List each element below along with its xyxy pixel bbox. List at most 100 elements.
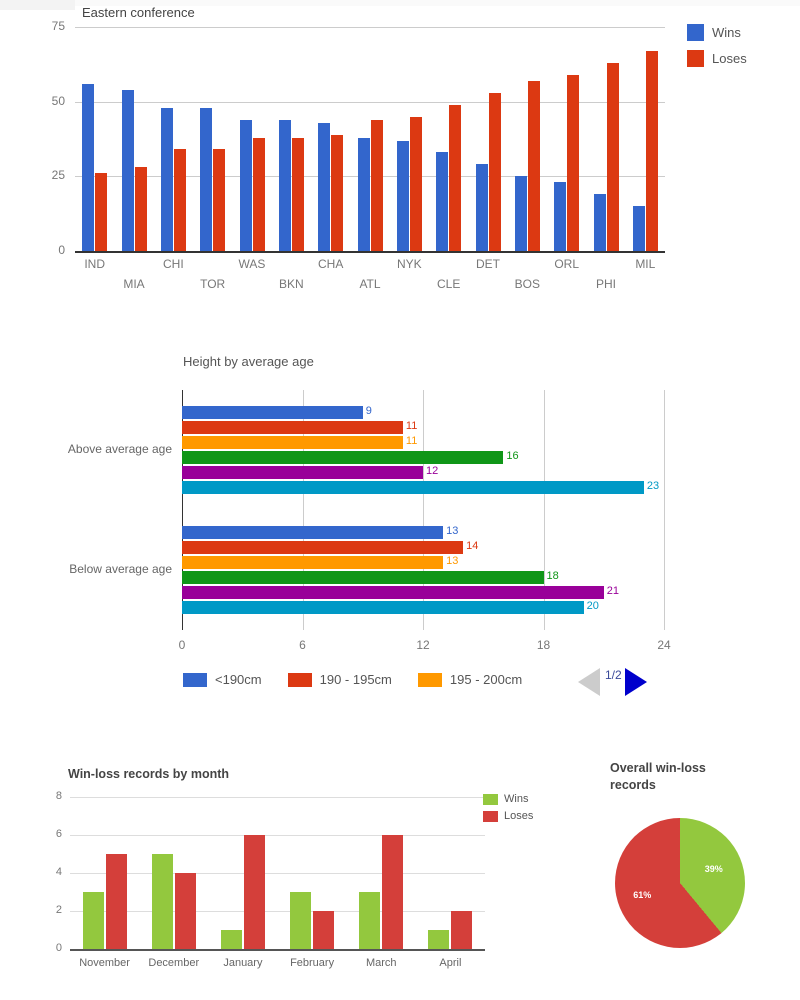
- chart1-bar: [488, 92, 501, 251]
- pie-slice-label-0: 39%: [704, 864, 723, 875]
- chart2-bar: [182, 451, 504, 464]
- chart1-bar: [645, 50, 658, 251]
- chart1-ytick: 75: [51, 19, 65, 33]
- chart1-xtick-orl: ORL: [554, 257, 579, 271]
- chart2-title: Height by average age: [183, 354, 314, 369]
- chart2-bar-value: 12: [426, 465, 439, 477]
- chart1-xtick-ind: IND: [84, 257, 105, 271]
- legend-swatch-wins: [483, 793, 498, 805]
- chart2-xtick: 0: [178, 638, 186, 652]
- chart1-ytick: 25: [51, 168, 65, 183]
- chart2-bar-value: 20: [586, 600, 599, 612]
- chart3-legend-item-loses[interactable]: Loses: [483, 810, 533, 822]
- chart3-xtick-november: November: [79, 957, 130, 969]
- chart2-bar: [182, 421, 403, 434]
- chart3-bar: [151, 854, 173, 949]
- dashboard-page: Eastern conference 0 25 50 75 IND MIA CHI TOR WA…: [0, 0, 800, 1000]
- chart1-bar: [554, 182, 567, 251]
- chart4-title: Overall win-loss records: [610, 761, 706, 792]
- chart2-legend-item-1[interactable]: 190 - 195cm: [287, 672, 392, 687]
- chart1-bar: [252, 137, 265, 251]
- chart1-bar: [409, 116, 422, 251]
- chart3-ytick: 0: [55, 942, 62, 954]
- chart1-bar: [606, 62, 619, 251]
- chart2-bar-value: 18: [546, 570, 559, 582]
- chart2-bar: [182, 556, 444, 569]
- pager-prev-icon[interactable]: [578, 668, 600, 696]
- height-by-average-age-chart: Height by average age 0 6 12 18 24 9 11 11 16 12 2…: [0, 340, 800, 710]
- chart1-legend-item-wins[interactable]: Wins: [687, 24, 747, 41]
- chart1-bar: [475, 164, 488, 251]
- chart2-bar-value: 13: [446, 525, 459, 537]
- chart2-bar: [182, 541, 464, 554]
- chart1-xtick-phi: PHI: [595, 277, 616, 291]
- chart1-xtick-chi: CHI: [162, 257, 184, 271]
- pager-page-indicator: 1/2: [605, 668, 622, 682]
- chart1-xtick-bos: BOS: [514, 277, 540, 291]
- chart2-bar: [182, 436, 403, 449]
- pie-slice-label-1: 61%: [633, 889, 652, 900]
- legend-label: 195 - 200cm: [449, 672, 523, 687]
- chart3-gridline: [70, 949, 485, 951]
- chart2-xtick: 24: [657, 638, 671, 652]
- chart2-bar-value: 11: [405, 420, 418, 432]
- chart1-bar: [278, 119, 291, 251]
- chart1-xtick-bkn: BKN: [278, 277, 304, 291]
- chart1-bar: [527, 80, 540, 251]
- chart3-bar: [243, 835, 265, 949]
- legend-swatch-loses: [483, 810, 498, 822]
- legend-swatch-1: [287, 672, 312, 687]
- chart1-bar: [173, 149, 186, 251]
- chart3-gridline: [70, 873, 485, 874]
- legend-label: Loses: [712, 51, 747, 66]
- chart2-plot-area: 0 6 12 18 24 9 11 11 16 12 23 Above average age 13 14…: [68, 390, 671, 652]
- legend-label: Loses: [504, 810, 534, 822]
- chart1-ytick: 0: [58, 243, 65, 257]
- chart1-bar: [291, 137, 304, 251]
- chart1-bar: [357, 137, 370, 251]
- chart1-plot-area: 0 25 50 75 IND MIA CHI TOR WAS BKN CHA ATL NYK CLE DET…: [52, 19, 665, 291]
- chart2-legend-item-2[interactable]: 195 - 200cm: [417, 672, 523, 687]
- chart1-bar: [160, 107, 173, 251]
- chart1-xtick-cha: CHA: [317, 257, 344, 271]
- chart1-xtick-atl: ATL: [359, 277, 381, 291]
- chart3-bar: [105, 854, 127, 949]
- chart3-ytick: 8: [55, 790, 62, 802]
- chart2-bar: [182, 526, 444, 539]
- eastern-conference-chart: Eastern conference 0 25 50 75 IND MIA CHI TOR WA…: [0, 0, 800, 310]
- chart3-xtick-april: April: [439, 957, 462, 969]
- legend-label: Wins: [712, 25, 741, 40]
- chart2-legend-item-0[interactable]: <190cm: [183, 672, 262, 687]
- chart3-bar: [451, 911, 473, 949]
- pager-next-icon[interactable]: [624, 668, 647, 696]
- chart2-pager[interactable]: 1/2: [578, 668, 647, 696]
- legend-swatch-2: [417, 672, 442, 687]
- chart1-bar: [200, 107, 213, 251]
- chart3-bar: [290, 892, 312, 949]
- chart1-bar: [318, 122, 331, 251]
- chart1-xtick-tor: TOR: [200, 277, 226, 291]
- chart1-bar: [213, 149, 226, 251]
- chart1-bar: [239, 119, 252, 251]
- chart1-legend: Wins Loses: [687, 24, 747, 76]
- chart3-legend-item-wins[interactable]: Wins: [483, 793, 533, 805]
- chart1-bar: [632, 206, 645, 251]
- chart1-bar: [396, 140, 409, 251]
- chart1-bar: [370, 119, 383, 251]
- chart1-bar: [514, 176, 527, 251]
- chart3-bar: [174, 873, 196, 949]
- chart2-bar-value: 23: [646, 480, 660, 492]
- chart1-legend-item-loses[interactable]: Loses: [687, 50, 747, 67]
- chart2-category-label: Above average age: [67, 442, 172, 456]
- chart1-xtick-cle: CLE: [436, 277, 461, 291]
- legend-label: <190cm: [215, 672, 262, 687]
- chart3-ytick: 6: [55, 828, 62, 840]
- chart1-xtick-det: DET: [476, 257, 500, 271]
- chart3-bar: [313, 911, 335, 949]
- chart2-category-label: Below average age: [69, 562, 172, 576]
- chart3-plot-area: 0 2 4 6 8 November December January February Marc…: [56, 790, 485, 969]
- chart2-gridline: [664, 390, 665, 630]
- chart1-bar: [593, 194, 606, 251]
- chart1-bar: [436, 152, 449, 251]
- chart2-bar-value: 14: [466, 540, 479, 552]
